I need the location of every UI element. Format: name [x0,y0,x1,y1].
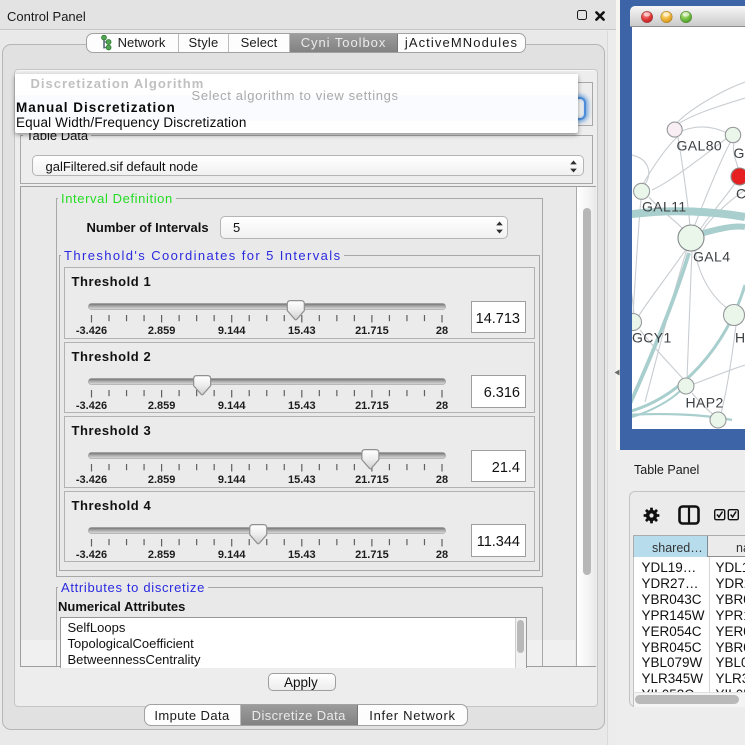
svg-text:GAL11: GAL11 [642,199,687,215]
svg-text:28: 28 [435,400,447,412]
svg-text:15.43: 15.43 [288,549,316,561]
svg-text:GAL5: GAL5 [734,145,745,161]
svg-text:28: 28 [435,474,447,486]
svg-text:15.43: 15.43 [288,474,316,486]
svg-text:HAP2: HAP2 [686,395,724,411]
svg-text:21.715: 21.715 [355,400,389,412]
svg-text:9.144: 9.144 [217,549,245,561]
svg-text:2.859: 2.859 [147,474,175,486]
svg-text:-3.426: -3.426 [75,400,106,412]
svg-text:9.144: 9.144 [217,400,245,412]
svg-text:9.144: 9.144 [217,474,245,486]
svg-text:GCY1: GCY1 [632,330,672,346]
svg-text:28: 28 [435,325,447,337]
svg-text:-3.426: -3.426 [75,549,106,561]
svg-text:CR: CR [736,186,745,202]
svg-text:9.144: 9.144 [217,325,245,337]
svg-text:15.43: 15.43 [288,325,316,337]
svg-text:2.859: 2.859 [147,325,175,337]
svg-text:GAL4: GAL4 [693,249,730,265]
svg-text:2.859: 2.859 [147,400,175,412]
svg-text:HI: HI [735,330,745,346]
svg-text:21.715: 21.715 [355,549,389,561]
svg-text:15.43: 15.43 [288,400,316,412]
svg-text:28: 28 [435,549,447,561]
svg-text:2.859: 2.859 [147,549,175,561]
svg-text:-3.426: -3.426 [75,325,106,337]
svg-text:-3.426: -3.426 [75,474,106,486]
svg-text:21.715: 21.715 [355,474,389,486]
svg-text:GAL80: GAL80 [677,138,723,154]
svg-text:21.715: 21.715 [355,325,389,337]
